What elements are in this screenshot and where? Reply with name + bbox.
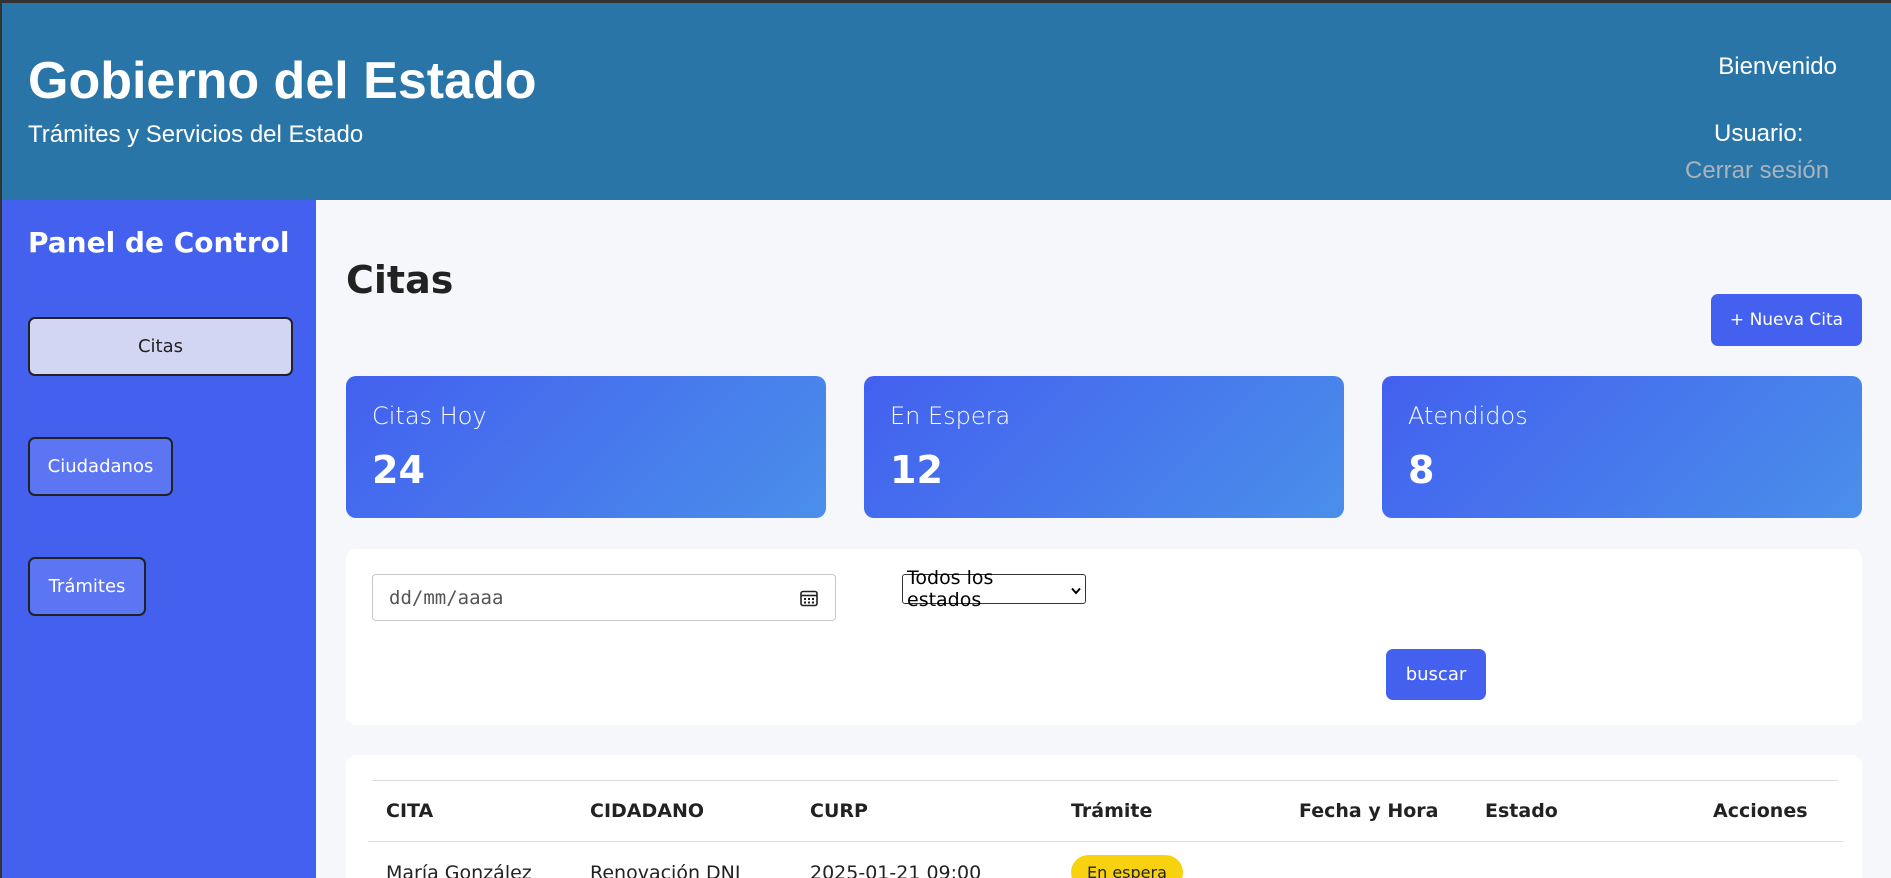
column-header-cita: CITA — [386, 800, 434, 822]
status-selected-value: Todos los estados — [907, 567, 994, 611]
stat-card-waiting: En Espera 12 — [864, 376, 1344, 518]
cell-curp: 2025-01-21 09:00 — [810, 862, 982, 878]
column-header-curp: CURP — [810, 800, 868, 822]
column-header-ciudadano: CIDADANO — [590, 800, 705, 822]
main-content: Citas + Nueva Cita Citas Hoy 24 En Esper… — [316, 200, 1891, 878]
column-header-acciones: Acciones — [1713, 800, 1808, 822]
table-header-divider — [368, 841, 1843, 842]
stat-label: Citas Hoy — [372, 402, 487, 430]
filter-panel: dd/mm/aaaa Todos los estados buscar — [346, 549, 1862, 725]
status-select[interactable]: Todos los estados — [902, 567, 1086, 611]
cell-cita: María González — [386, 862, 532, 878]
sidebar-item-citas[interactable]: Citas — [28, 317, 293, 376]
stat-value: 8 — [1408, 448, 1435, 492]
page-title: Citas — [346, 258, 454, 302]
sidebar-item-tramites[interactable]: Trámites — [28, 557, 146, 616]
table-top-divider — [373, 780, 1838, 781]
stat-value: 12 — [890, 448, 943, 492]
sidebar-item-label: Ciudadanos — [47, 456, 154, 477]
column-header-tramite: Trámite — [1071, 800, 1153, 822]
sidebar-item-label: Trámites — [48, 576, 126, 597]
user-label: Usuario: — [1714, 120, 1804, 147]
calendar-icon[interactable] — [799, 588, 819, 608]
site-subtitle: Trámites y Servicios del Estado — [28, 121, 364, 148]
stat-label: Atendidos — [1408, 402, 1528, 430]
stat-value: 24 — [372, 448, 425, 492]
new-appointment-button[interactable]: + Nueva Cita — [1711, 294, 1862, 346]
stat-label: En Espera — [890, 402, 1011, 430]
top-header: Gobierno del Estado Trámites y Servicios… — [0, 0, 1891, 200]
date-placeholder: dd/mm/aaaa — [389, 586, 504, 609]
sidebar-title: Panel de Control — [28, 226, 290, 259]
welcome-text: Bienvenido — [1718, 53, 1837, 80]
chevron-down-icon — [1071, 578, 1081, 600]
logout-link[interactable]: Cerrar sesión — [1685, 157, 1829, 185]
stat-card-today: Citas Hoy 24 — [346, 376, 826, 518]
sidebar-item-label: Citas — [137, 336, 184, 357]
column-header-fecha-hora: Fecha y Hora — [1299, 800, 1439, 822]
site-title: Gobierno del Estado — [28, 52, 537, 110]
column-header-estado: Estado — [1485, 800, 1558, 822]
sidebar-item-ciudadanos[interactable]: Ciudadanos — [28, 437, 173, 496]
cell-ciudadano: Renovación DNI — [590, 862, 741, 878]
date-input[interactable]: dd/mm/aaaa — [372, 574, 836, 621]
stat-card-attended: Atendidos 8 — [1382, 376, 1862, 518]
status-badge: En espera — [1071, 855, 1183, 878]
search-button[interactable]: buscar — [1386, 649, 1486, 700]
sidebar: Panel de Control Citas Ciudadanos Trámit… — [0, 200, 316, 878]
